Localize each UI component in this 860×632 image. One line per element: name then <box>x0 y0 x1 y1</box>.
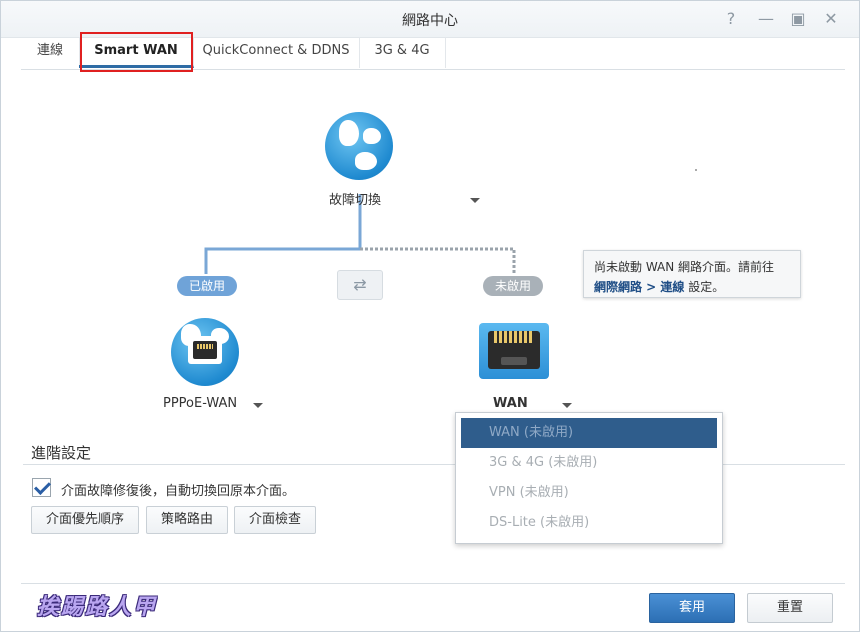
wan-dropdown-toggle[interactable] <box>562 403 572 408</box>
dropdown-option-ds-lite[interactable]: DS-Lite (未啟用) <box>461 508 717 538</box>
help-icon[interactable]: ? <box>721 9 741 29</box>
connection-lines <box>204 194 516 274</box>
network-center-window: 網路中心 ? — ▣ ✕ 連線 Smart WAN QuickConnect &… <box>0 0 860 632</box>
pppoe-wan-dropdown[interactable] <box>253 403 263 408</box>
divider <box>23 464 457 465</box>
failover-label: 故障切換 <box>329 193 382 208</box>
watermark-text: 挨踢路人甲 <box>37 595 158 620</box>
ethernet-port-icon <box>479 323 549 379</box>
footer-divider <box>21 583 845 584</box>
close-icon[interactable]: ✕ <box>821 9 841 29</box>
tab-3g-4g[interactable]: 3G & 4G <box>359 37 446 68</box>
reset-button[interactable]: 重置 <box>747 593 833 623</box>
interface-check-button[interactable]: 介面檢查 <box>234 506 316 534</box>
globe-ethernet-icon <box>171 318 239 386</box>
wan-label: WAN <box>493 396 528 411</box>
auto-failback-label: 介面故障修復後，自動切換回原本介面。 <box>61 484 296 499</box>
status-badge-disabled: 未啟用 <box>483 276 544 296</box>
policy-routing-button[interactable]: 策略路由 <box>146 506 228 534</box>
smart-wan-diagram: 故障切換 已啟用 未啟用 ⇄ 尚未啟動 WAN 網路介面。請前往 網際網路 > … <box>1 69 860 429</box>
auto-failback-checkbox[interactable] <box>32 478 51 497</box>
dropdown-option-3g-4g[interactable]: 3G & 4G (未啟用) <box>461 448 717 478</box>
advanced-settings-title: 進階設定 <box>31 444 92 462</box>
pppoe-wan-label: PPPoE-WAN <box>163 396 238 411</box>
tab-connection[interactable]: 連線 <box>21 37 80 68</box>
maximize-icon[interactable]: ▣ <box>788 9 808 29</box>
minimize-icon[interactable]: — <box>756 9 776 29</box>
wan-dropdown-menu: WAN (未啟用) 3G & 4G (未啟用) VPN (未啟用) DS-Lit… <box>455 412 723 544</box>
wan-tooltip: 尚未啟動 WAN 網路介面。請前往 網際網路 > 連線 設定。 <box>583 250 801 298</box>
speck <box>695 169 697 171</box>
tab-quickconnect-ddns[interactable]: QuickConnect & DDNS <box>193 37 360 68</box>
swap-icon[interactable]: ⇄ <box>337 270 383 300</box>
status-badge-enabled: 已啟用 <box>177 276 238 296</box>
apply-button[interactable]: 套用 <box>649 593 735 623</box>
internet-connection-link[interactable]: 網際網路 > 連線 <box>594 280 684 294</box>
failover-mode-dropdown[interactable] <box>470 198 480 203</box>
highlight-box <box>80 32 193 72</box>
divider <box>721 464 845 465</box>
interface-priority-button[interactable]: 介面優先順序 <box>31 506 139 534</box>
dropdown-option-wan[interactable]: WAN (未啟用) <box>461 418 717 448</box>
globe-icon <box>325 112 393 180</box>
dropdown-option-vpn[interactable]: VPN (未啟用) <box>461 478 717 508</box>
